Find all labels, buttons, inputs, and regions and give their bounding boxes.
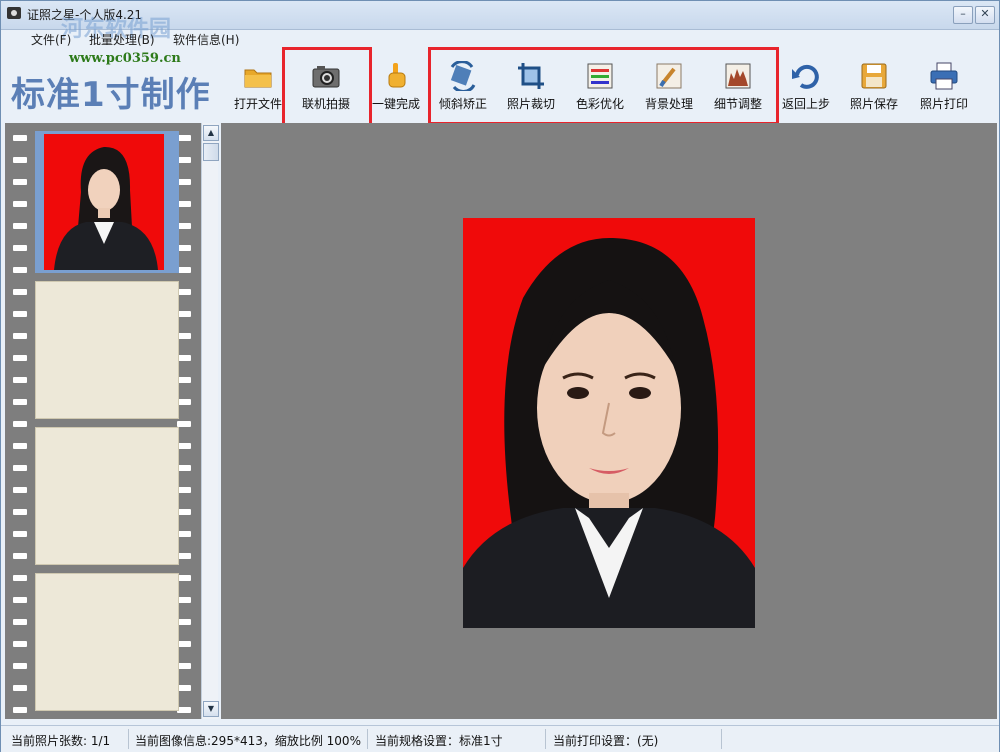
status-print: 当前打印设置：(无): [553, 734, 659, 748]
one-click-label: 一键完成: [371, 97, 420, 111]
minimize-button[interactable]: –: [953, 6, 973, 24]
menu-file[interactable]: 文件(F): [31, 31, 71, 48]
status-photo-count: 当前照片张数: 1/1: [11, 734, 111, 748]
print-photo-label: 照片打印: [919, 97, 968, 111]
thumbnail-selected[interactable]: [35, 131, 179, 273]
photo-canvas: [221, 123, 997, 719]
hand-pointer-icon: [381, 61, 411, 91]
thumbnail-empty-2[interactable]: [35, 427, 179, 565]
thumbnail-empty-1[interactable]: [35, 281, 179, 419]
camera-capture-button[interactable]: 联机拍摄: [293, 57, 359, 115]
tilt-correct-label: 倾斜矫正: [438, 97, 487, 111]
thumbnail-empty-3[interactable]: [35, 573, 179, 711]
crop-label: 照片裁切: [506, 97, 555, 111]
camera-capture-label: 联机拍摄: [301, 97, 350, 111]
detail-chart-icon: [723, 61, 753, 91]
detail-adjust-label: 细节调整: [713, 97, 762, 111]
rotate-icon: [448, 60, 478, 93]
thumbnail-filmstrip: [5, 123, 201, 719]
save-photo-button[interactable]: 照片保存: [841, 57, 907, 115]
tilt-correct-button[interactable]: 倾斜矫正: [430, 57, 496, 115]
watermark-url: www.pc0359.cn: [69, 51, 181, 66]
app-window: 证照之星-个人版4.21 河东软件园 – ✕ 文件(F) 批量处理(B) 软件信…: [0, 0, 1000, 752]
undo-label: 返回上步: [781, 97, 830, 111]
status-image-info: 当前图像信息:295*413，缩放比例 100%: [135, 734, 361, 748]
print-photo-button[interactable]: 照片打印: [911, 57, 977, 115]
save-photo-label: 照片保存: [849, 97, 898, 111]
detail-adjust-button[interactable]: 细节调整: [705, 57, 771, 115]
menu-bar: 文件(F) 批量处理(B) 软件信息(H): [1, 29, 999, 47]
status-bar: 当前照片张数: 1/1 当前图像信息:295*413，缩放比例 100% 当前规…: [1, 725, 999, 752]
toolbar: www.pc0359.cn 标准1寸制作 打开文件 联机拍摄 一键完成 倾斜矫正…: [1, 47, 999, 127]
thumbnail-scrollbar[interactable]: ▲ ▼: [201, 123, 219, 719]
thumbnail-portrait: [44, 134, 164, 270]
menu-batch[interactable]: 批量处理(B): [89, 31, 155, 48]
film-holes-left: [13, 123, 27, 719]
crop-icon: [516, 61, 546, 91]
title-bar: 证照之星-个人版4.21 河东软件园 – ✕: [1, 1, 999, 42]
color-optimize-label: 色彩优化: [575, 97, 624, 111]
undo-button[interactable]: 返回上步: [773, 57, 839, 115]
open-file-label: 打开文件: [233, 97, 282, 111]
scroll-down-icon[interactable]: ▼: [203, 701, 219, 717]
scroll-up-icon[interactable]: ▲: [203, 125, 219, 141]
open-file-button[interactable]: 打开文件: [225, 57, 291, 115]
brush-icon: [654, 61, 684, 91]
color-optimize-button[interactable]: 色彩优化: [567, 57, 633, 115]
folder-icon: [243, 61, 273, 91]
close-button[interactable]: ✕: [975, 6, 995, 24]
floppy-disk-icon: [859, 61, 889, 91]
background-process-button[interactable]: 背景处理: [636, 57, 702, 115]
printer-icon: [929, 61, 959, 91]
app-camera-icon: [7, 7, 21, 19]
crop-button[interactable]: 照片裁切: [498, 57, 564, 115]
film-holes-right: [177, 123, 191, 719]
camera-icon: [311, 61, 341, 91]
app-heading: 标准1寸制作: [11, 75, 211, 115]
one-click-button[interactable]: 一键完成: [363, 57, 429, 115]
scroll-thumb[interactable]: [203, 143, 219, 161]
status-spec: 当前规格设置：标准1寸: [375, 734, 503, 748]
menu-about[interactable]: 软件信息(H): [173, 31, 239, 48]
background-process-label: 背景处理: [644, 97, 693, 111]
color-bars-icon: [585, 61, 615, 91]
undo-icon: [791, 61, 821, 91]
id-photo[interactable]: [463, 218, 755, 628]
